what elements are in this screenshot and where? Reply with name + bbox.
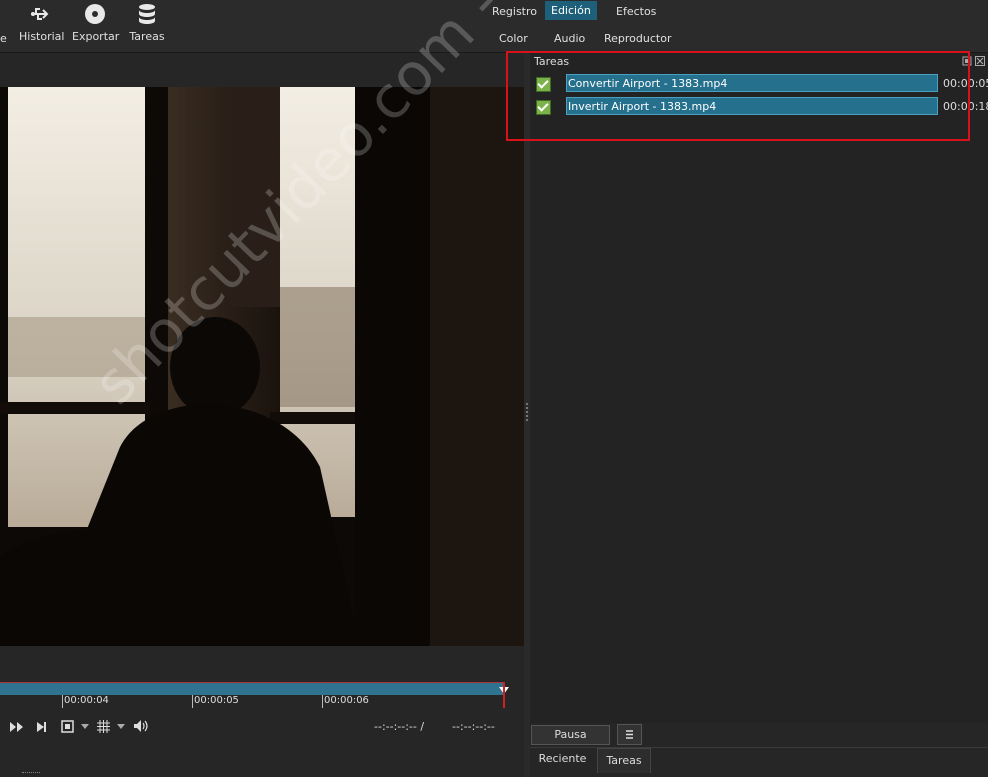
- video-preview[interactable]: [0, 87, 524, 646]
- close-panel-icon[interactable]: [975, 56, 985, 66]
- disc-icon: [85, 4, 105, 24]
- usb-icon: [31, 8, 49, 20]
- panel-grip[interactable]: [22, 772, 40, 775]
- tick-label: 00:00:05: [194, 695, 239, 706]
- volume-icon[interactable]: [133, 719, 149, 733]
- current-time-display[interactable]: --:--:--:-- /: [374, 720, 424, 733]
- database-icon: [139, 4, 155, 24]
- tick-mark: [62, 695, 63, 708]
- fast-forward-icon[interactable]: [10, 721, 24, 733]
- layout-reproductor[interactable]: Reproductor: [598, 30, 677, 47]
- video-frame-image: [0, 87, 524, 646]
- red-highlight-frame: [506, 51, 970, 141]
- layout-registro[interactable]: Registro: [486, 3, 543, 20]
- tareas-button[interactable]: Tareas: [128, 2, 166, 43]
- scrubber-progress[interactable]: [0, 682, 503, 695]
- exportar-label: Exportar: [72, 30, 120, 43]
- tick-mark: [322, 695, 323, 708]
- tab-reciente[interactable]: Reciente: [530, 749, 595, 771]
- layout-edicion[interactable]: Edición: [545, 1, 597, 20]
- layout-audio[interactable]: Audio: [548, 30, 591, 47]
- playhead-line: [503, 682, 505, 708]
- grid-icon[interactable]: [97, 720, 110, 733]
- layout-color[interactable]: Color: [493, 30, 534, 47]
- zoom-frame-icon[interactable]: [61, 720, 74, 733]
- tareas-label: Tareas: [129, 30, 165, 43]
- tick-mark: [192, 695, 193, 708]
- tab-tareas[interactable]: Tareas: [597, 748, 651, 773]
- skip-next-icon[interactable]: [36, 721, 48, 733]
- jobs-menu-button[interactable]: [617, 724, 642, 745]
- chevron-down-icon[interactable]: [81, 724, 89, 729]
- duration-display: --:--:--:--: [452, 720, 495, 733]
- exportar-button[interactable]: Exportar: [72, 2, 120, 43]
- tick-label: 00:00:06: [324, 695, 369, 706]
- layout-efectos[interactable]: Efectos: [610, 3, 662, 20]
- hamburger-icon: [626, 730, 633, 739]
- player-header: [0, 53, 524, 87]
- historial-button[interactable]: Historial: [19, 2, 65, 43]
- chevron-down-icon[interactable]: [117, 724, 125, 729]
- transport-controls: --:--:--:-- / --:--:--:--: [0, 716, 524, 777]
- jobs-panel: [530, 53, 988, 723]
- tick-label: 00:00:04: [64, 695, 109, 706]
- main-toolbar: e Historial Exportar Tareas Registro Edi…: [0, 0, 988, 53]
- toolbar-partial-label[interactable]: e: [0, 32, 7, 45]
- historial-label: Historial: [19, 30, 65, 43]
- pause-button[interactable]: Pausa: [531, 725, 610, 745]
